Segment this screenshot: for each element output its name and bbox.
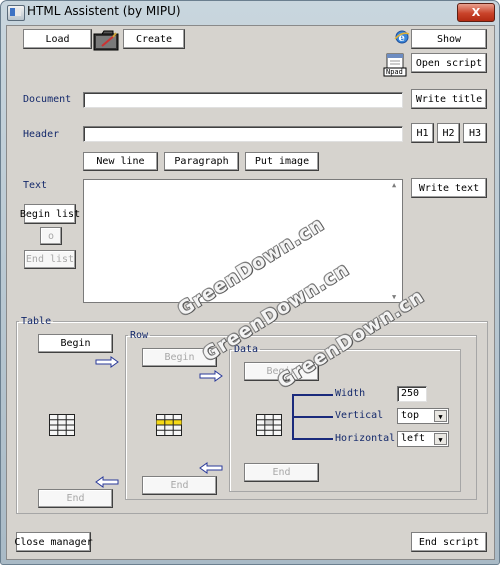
table-legend: Table xyxy=(21,316,52,327)
row-legend: Row xyxy=(130,330,149,341)
table-grid-icon xyxy=(49,414,75,436)
header-label: Header xyxy=(23,129,60,140)
notepad-icon[interactable]: Npad xyxy=(383,53,407,77)
end-script-button[interactable]: End script xyxy=(411,532,487,552)
arrow-left-icon xyxy=(95,476,119,488)
data-begin-button[interactable]: Begin xyxy=(244,362,319,381)
data-legend: Data xyxy=(234,344,259,355)
h3-button[interactable]: H3 xyxy=(463,123,487,143)
tree-connector xyxy=(292,394,333,396)
data-end-button[interactable]: End xyxy=(244,463,319,482)
tree-connector xyxy=(292,438,333,440)
vertical-label: Vertical xyxy=(335,410,384,421)
scroll-down-icon[interactable]: ▼ xyxy=(392,293,396,301)
arrow-right-icon xyxy=(199,370,223,382)
header-input[interactable] xyxy=(83,126,403,142)
row-begin-button[interactable]: Begin xyxy=(142,348,217,367)
close-manager-button[interactable]: Close manager xyxy=(14,532,93,552)
title-bar[interactable]: HTML Assistent (by MIPU) X xyxy=(1,1,499,23)
main-panel: Load Create e Show Npad Open script Docu… xyxy=(6,25,495,560)
new-line-button[interactable]: New line xyxy=(83,152,158,171)
paragraph-button[interactable]: Paragraph xyxy=(164,152,239,171)
internet-explorer-icon[interactable]: e xyxy=(394,29,410,45)
show-button[interactable]: Show xyxy=(411,29,487,49)
write-text-button[interactable]: Write text xyxy=(411,178,487,198)
put-image-button[interactable]: Put image xyxy=(245,152,319,171)
app-icon xyxy=(7,5,25,21)
text-label: Text xyxy=(23,180,48,191)
text-area-scrollbar[interactable]: ▲ ▼ xyxy=(390,180,402,302)
data-grid-icon xyxy=(256,414,282,436)
list-item-bullet-button[interactable]: o xyxy=(40,227,62,245)
load-button[interactable]: Load xyxy=(23,29,92,49)
arrow-right-icon xyxy=(95,356,119,368)
app-window: HTML Assistent (by MIPU) X Load Create e… xyxy=(0,0,500,565)
text-area[interactable]: ▲ ▼ xyxy=(83,179,403,303)
width-label: Width xyxy=(335,388,366,399)
notepad-icon-caption: Npad xyxy=(386,68,403,76)
horizontal-select[interactable]: left ▼ xyxy=(397,431,449,447)
row-end-button[interactable]: End xyxy=(142,476,217,495)
table-end-button[interactable]: End xyxy=(38,489,113,508)
vertical-select[interactable]: top ▼ xyxy=(397,408,449,424)
row-grid-icon xyxy=(156,414,182,436)
create-button[interactable]: Create xyxy=(123,29,185,49)
document-label: Document xyxy=(23,94,72,105)
chevron-down-icon[interactable]: ▼ xyxy=(434,410,447,422)
width-input[interactable]: 250 xyxy=(397,386,427,402)
table-begin-button[interactable]: Begin xyxy=(38,334,113,353)
horizontal-label: Horizontal xyxy=(335,433,396,444)
h1-button[interactable]: H1 xyxy=(411,123,434,143)
horizontal-select-value: left xyxy=(401,433,426,444)
h2-button[interactable]: H2 xyxy=(437,123,460,143)
vertical-select-value: top xyxy=(401,410,420,421)
close-window-button[interactable]: X xyxy=(457,3,495,22)
tree-connector xyxy=(292,416,333,418)
open-script-button[interactable]: Open script xyxy=(411,53,487,73)
folder-icon[interactable] xyxy=(93,29,120,51)
begin-list-button[interactable]: Begin list xyxy=(20,204,80,224)
window-title: HTML Assistent (by MIPU) xyxy=(27,4,181,18)
end-list-button[interactable]: End list xyxy=(24,250,76,269)
arrow-left-icon xyxy=(199,462,223,474)
chevron-down-icon[interactable]: ▼ xyxy=(434,433,447,445)
document-title-input[interactable] xyxy=(83,92,403,108)
scroll-up-icon[interactable]: ▲ xyxy=(392,181,396,189)
write-title-button[interactable]: Write title xyxy=(411,89,487,109)
